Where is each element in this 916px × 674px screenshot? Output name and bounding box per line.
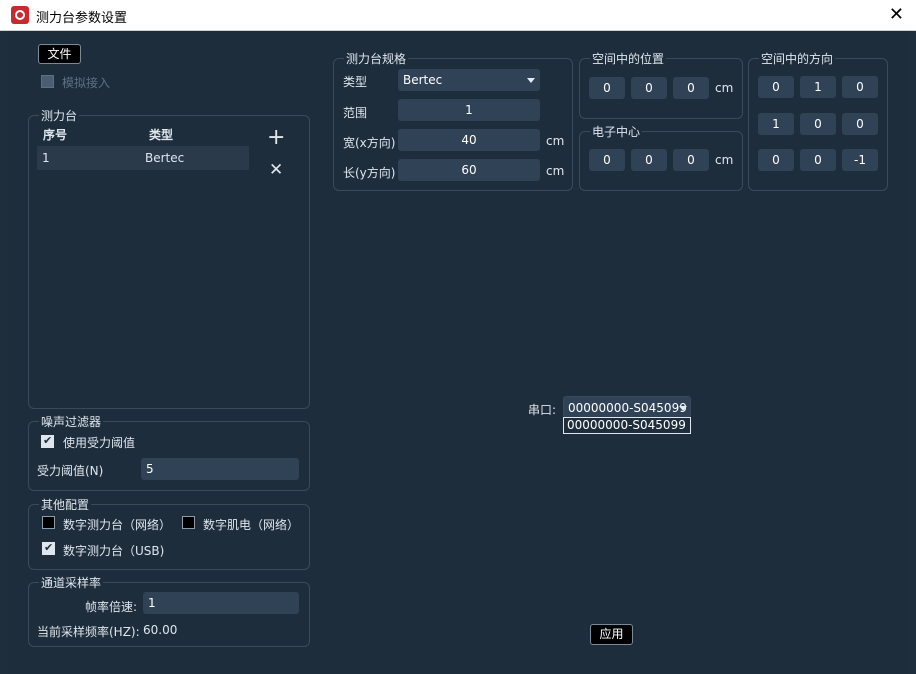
spec-group: 测力台规格 类型 Bertec 范围 1 宽(x方向) 40 cm 长(y方向)… [333,50,573,191]
sampling-title: 通道采样率 [39,574,104,591]
serial-select[interactable]: 00000000-S045099 [563,396,691,418]
chevron-down-icon [679,406,687,411]
orientation-cell[interactable]: 0 [758,149,794,171]
threshold-label: 受力阈值(N) [37,464,104,478]
digital-usb-label: 数字测力台（USB) [63,544,165,558]
serial-selected-value: 00000000-S045099 [568,401,687,415]
dialog-content: 文件 模拟接入 测力台 序号 类型 1 Bertec + ✕ 噪声过滤器 使用受… [8,31,908,674]
position-unit: cm [715,81,734,95]
digital-net-checkbox[interactable] [42,516,55,529]
width-unit: cm [546,134,565,148]
digital-net-label: 数字测力台（网络） [63,518,172,532]
col-type-header: 类型 [149,128,174,142]
current-rate-label: 当前采样频率(HZ): [37,625,140,639]
electric-center-title: 电子中心 [590,123,643,140]
simulate-checkbox[interactable] [41,75,54,88]
serial-label: 串口: [528,403,557,417]
simulate-label: 模拟接入 [62,76,111,90]
type-label: 类型 [343,75,368,89]
width-input[interactable]: 40 [398,129,540,151]
row-type: Bertec [145,151,185,165]
orientation-cell[interactable]: 0 [800,113,836,135]
serial-dropdown-option[interactable]: 00000000-S045099 [563,417,691,434]
orientation-cell[interactable]: 1 [800,76,836,98]
emg-net-checkbox[interactable] [182,516,195,529]
multiplier-input[interactable]: 1 [143,592,299,614]
add-plate-icon[interactable]: + [267,127,285,149]
apply-button[interactable]: 应用 [590,624,633,645]
col-index-header: 序号 [43,128,68,142]
position-x-input[interactable]: 0 [589,77,625,99]
type-selected-value: Bertec [403,73,443,87]
orientation-cell[interactable]: 1 [758,113,794,135]
file-button[interactable]: 文件 [38,44,81,64]
title-bar: 测力台参数设置 ✕ [0,0,916,31]
plates-group: 测力台 序号 类型 1 Bertec + ✕ [28,107,310,409]
orientation-cell[interactable]: 0 [842,76,878,98]
orientation-cell[interactable]: 0 [758,76,794,98]
type-select[interactable]: Bertec [398,69,540,91]
position-title: 空间中的位置 [590,50,667,67]
noise-filter-group: 噪声过滤器 使用受力阈值 受力阈值(N) 5 [28,413,310,491]
multiplier-label: 帧率倍速: [85,600,138,614]
digital-usb-checkbox[interactable] [42,541,55,555]
emg-net-label: 数字肌电（网络） [203,518,300,532]
chevron-down-icon [527,78,535,83]
range-label: 范围 [343,106,368,120]
use-threshold-label: 使用受力阈值 [63,436,136,450]
other-config-group: 其他配置 数字测力台（网络） 数字肌电（网络） 数字测力台（USB) [28,496,310,570]
orientation-cell[interactable]: 0 [842,113,878,135]
center-unit: cm [715,153,734,167]
center-z-input[interactable]: 0 [673,149,709,171]
row-index: 1 [42,151,50,165]
remove-plate-icon[interactable]: ✕ [269,160,283,180]
other-config-title: 其他配置 [39,496,92,513]
center-x-input[interactable]: 0 [589,149,625,171]
orientation-cell[interactable]: -1 [842,149,878,171]
spec-title: 测力台规格 [344,50,409,67]
noise-filter-title: 噪声过滤器 [39,413,104,430]
plates-group-title: 测力台 [39,107,80,124]
length-input[interactable]: 60 [398,159,540,181]
sampling-group: 通道采样率 帧率倍速: 1 当前采样频率(HZ): 60.00 [28,574,310,647]
center-y-input[interactable]: 0 [631,149,667,171]
length-unit: cm [546,164,565,178]
length-label: 长(y方向) [343,166,396,180]
current-rate-value: 60.00 [143,623,178,637]
orientation-title: 空间中的方向 [759,50,836,67]
range-input[interactable]: 1 [398,99,540,121]
orientation-group: 空间中的方向 0 1 0 1 0 0 0 0 -1 [748,50,888,191]
electric-center-group: 电子中心 0 0 0 cm [579,123,743,191]
close-icon[interactable]: ✕ [889,4,904,25]
orientation-cell[interactable]: 0 [800,149,836,171]
position-group: 空间中的位置 0 0 0 cm [579,50,743,119]
position-y-input[interactable]: 0 [631,77,667,99]
window-title: 测力台参数设置 [36,11,128,26]
app-logo-icon [11,6,29,24]
width-label: 宽(x方向) [343,136,396,150]
use-threshold-checkbox[interactable] [41,434,54,448]
table-row[interactable]: 1 Bertec [37,146,249,170]
position-z-input[interactable]: 0 [673,77,709,99]
threshold-input[interactable]: 5 [141,458,299,480]
